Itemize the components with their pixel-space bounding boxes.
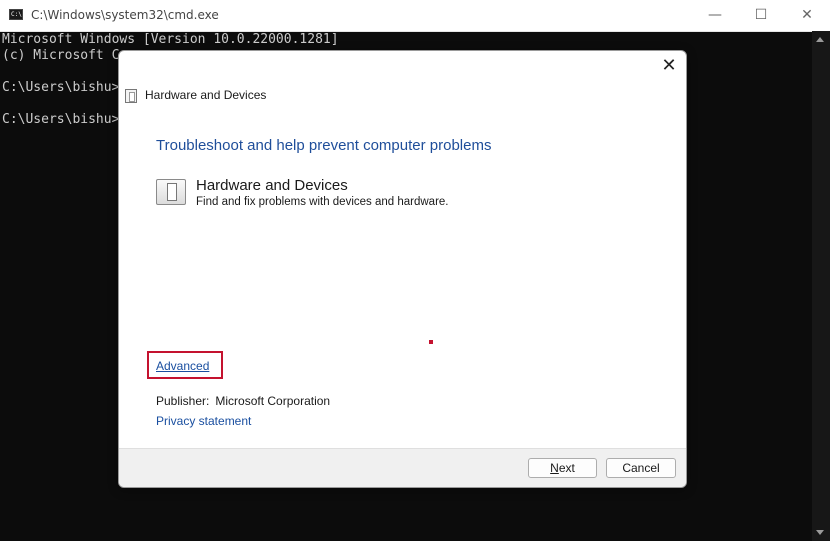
console-line: C:\Users\bishu>: [2, 80, 120, 95]
cmd-app-icon: C:\: [9, 9, 23, 20]
troubleshooter-dialog: ✕ Hardware and Devices Troubleshoot and …: [118, 50, 687, 488]
close-window-button[interactable]: ✕: [784, 0, 830, 31]
scroll-up-arrow-icon[interactable]: [816, 37, 824, 42]
advanced-link[interactable]: Advanced: [156, 359, 209, 373]
red-marker-dot: [429, 340, 433, 344]
hardware-devices-icon: [156, 179, 186, 205]
dialog-close-button[interactable]: ✕: [658, 55, 680, 77]
troubleshooter-item-description: Find and fix problems with devices and h…: [196, 196, 449, 208]
scroll-down-arrow-icon[interactable]: [816, 530, 824, 535]
troubleshooter-title-icon: [125, 89, 137, 103]
dialog-title: Hardware and Devices: [145, 88, 267, 102]
publisher-info: Publisher: Microsoft Corporation: [156, 394, 330, 408]
maximize-icon: ☐: [754, 7, 768, 23]
console-line: C:\Users\bishu>: [2, 112, 120, 127]
troubleshooter-item-title: Hardware and Devices: [196, 177, 348, 194]
maximize-button[interactable]: ☐: [738, 0, 784, 31]
console-line: Microsoft Windows [Version 10.0.22000.12…: [2, 32, 339, 47]
next-label-rest: ext: [558, 461, 575, 475]
console-line: (c) Microsoft C: [2, 48, 120, 63]
minimize-button[interactable]: —: [692, 0, 738, 31]
publisher-value: Microsoft Corporation: [215, 394, 331, 408]
cmd-window-title: C:\Windows\system32\cmd.exe: [31, 8, 219, 22]
console-scrollbar[interactable]: [812, 31, 830, 541]
next-accelerator: N: [550, 461, 559, 475]
minimize-icon: —: [708, 7, 722, 23]
cmd-titlebar[interactable]: C:\ C:\Windows\system32\cmd.exe — ☐ ✕: [0, 0, 830, 32]
publisher-label: Publisher:: [156, 394, 210, 408]
privacy-statement-link[interactable]: Privacy statement: [156, 414, 251, 428]
close-icon: ✕: [801, 7, 813, 23]
cancel-button[interactable]: Cancel: [606, 458, 676, 478]
next-button[interactable]: Next: [528, 458, 597, 478]
dialog-footer: Next Cancel: [119, 448, 686, 487]
dialog-heading: Troubleshoot and help prevent computer p…: [156, 137, 492, 154]
